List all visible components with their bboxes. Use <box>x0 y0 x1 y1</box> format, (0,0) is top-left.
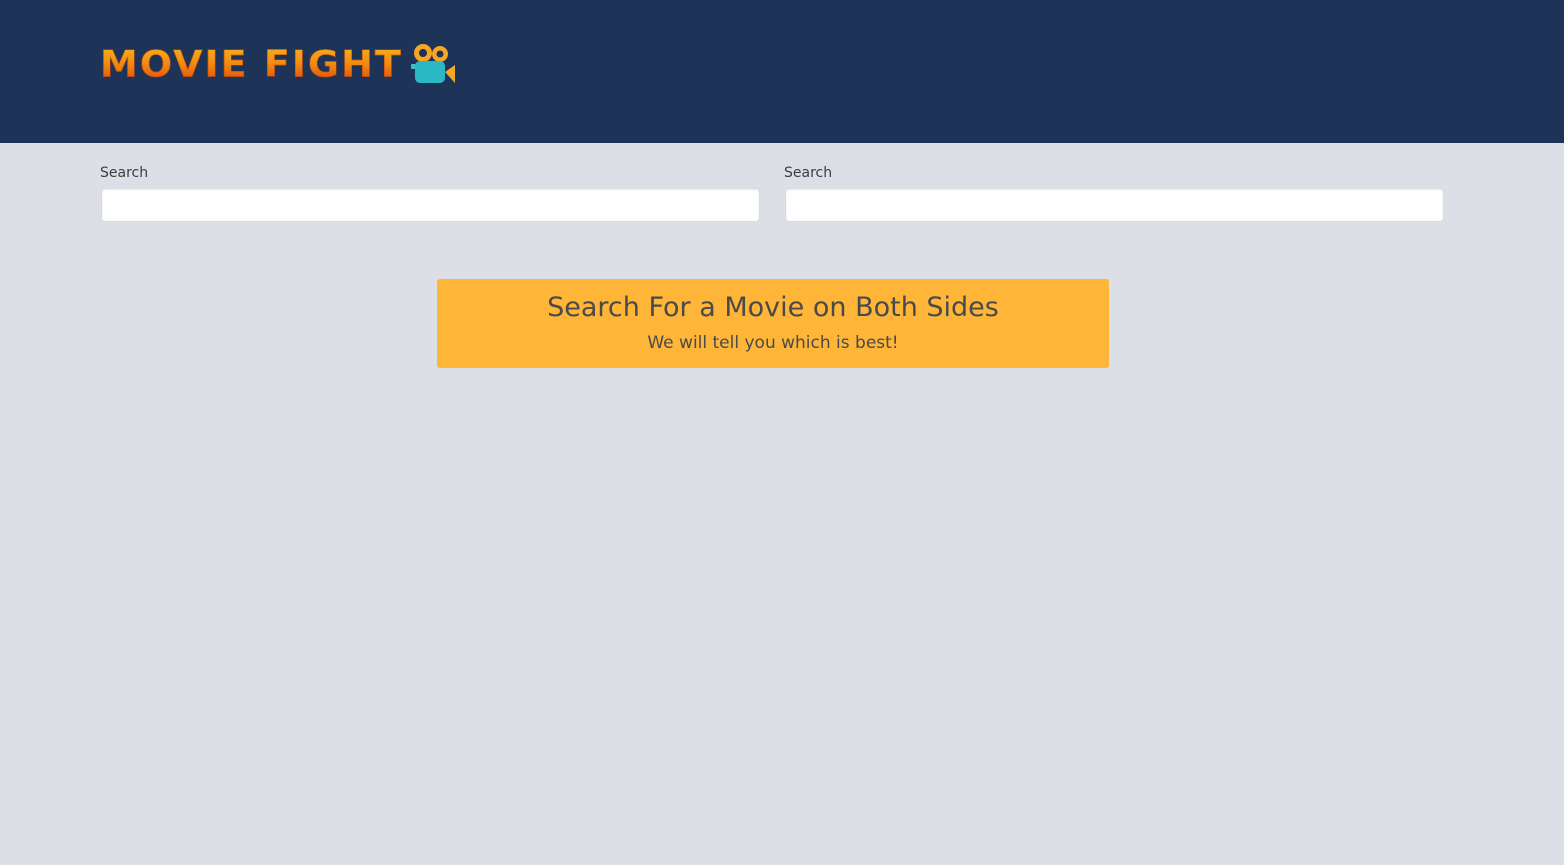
logo-text: MOVIE FIGHT <box>100 43 403 85</box>
right-search-input[interactable] <box>785 188 1444 222</box>
header-bar: MOVIE FIGHT <box>0 0 1564 143</box>
movie-camera-icon <box>410 44 455 83</box>
left-search-input[interactable] <box>101 188 760 222</box>
banner-subtitle: We will tell you which is best! <box>647 333 899 353</box>
right-search-label: Search <box>784 165 833 181</box>
left-search-label: Search <box>100 165 149 181</box>
tutorial-banner: Search For a Movie on Both Sides We will… <box>437 279 1109 368</box>
banner-title: Search For a Movie on Both Sides <box>547 292 999 323</box>
app-logo: MOVIE FIGHT <box>100 42 457 86</box>
